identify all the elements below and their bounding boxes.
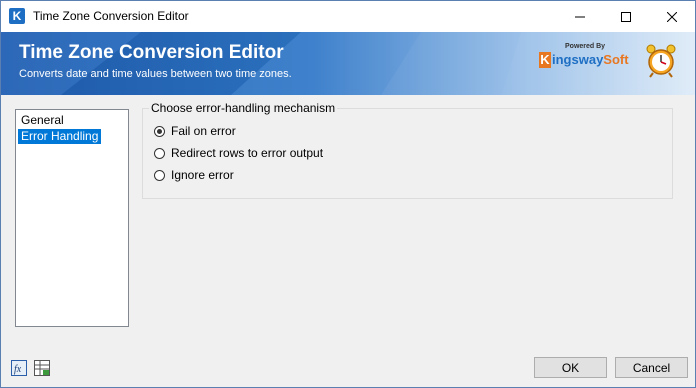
error-handling-group: Choose error-handling mechanism Fail on … [142,101,673,199]
option-ignore-error[interactable]: Ignore error [154,167,234,183]
banner-subtitle: Converts date and time values between tw… [19,68,292,80]
minimize-button[interactable] [557,1,603,32]
window-title: Time Zone Conversion Editor [33,9,189,23]
svg-text:fx: fx [14,364,22,375]
cancel-button[interactable]: Cancel [615,357,688,378]
radio-fail-on-error[interactable] [154,125,165,137]
option-fail-on-error[interactable]: Fail on error [154,123,236,139]
maximize-button[interactable] [603,1,649,32]
logo-powered-by: Powered By [565,43,606,50]
option-redirect-rows[interactable]: Redirect rows to error output [154,145,323,161]
option-label: Fail on error [171,124,236,138]
minimize-icon [575,16,585,17]
logo-word-ingsway: ingsway [552,52,604,67]
logo-word-soft: Soft [603,52,629,67]
ok-button[interactable]: OK [534,357,607,378]
logo-wordmark: ingswaySoft [552,52,629,68]
title-bar[interactable]: K Time Zone Conversion Editor [1,1,695,32]
nav-item-error-handling[interactable]: Error Handling [18,129,102,144]
alarm-clock-icon [646,44,676,78]
group-label: Choose error-handling mechanism [149,101,338,115]
page-nav-list[interactable]: General Error Handling [15,109,129,327]
variables-grid-icon[interactable] [34,360,50,376]
option-label: Redirect rows to error output [171,146,324,160]
header-banner: Time Zone Conversion Editor Converts dat… [1,32,695,95]
maximize-icon [621,11,631,22]
dialog-window: K Time Zone Conversion Editor Time Zone … [0,0,696,388]
logo-k-mark: K [539,52,551,68]
expression-fx-icon[interactable]: fx [11,360,27,376]
banner-title: Time Zone Conversion Editor [19,42,284,63]
option-label: Ignore error [171,168,234,182]
radio-ignore-error[interactable] [154,169,165,181]
nav-item-general[interactable]: General [18,113,67,128]
close-button[interactable] [649,1,695,32]
kingswaysoft-logo: Powered By K ingswaySoft [539,42,629,76]
close-icon [667,11,677,22]
app-k-icon: K [9,8,25,24]
radio-redirect-rows[interactable] [154,147,165,159]
